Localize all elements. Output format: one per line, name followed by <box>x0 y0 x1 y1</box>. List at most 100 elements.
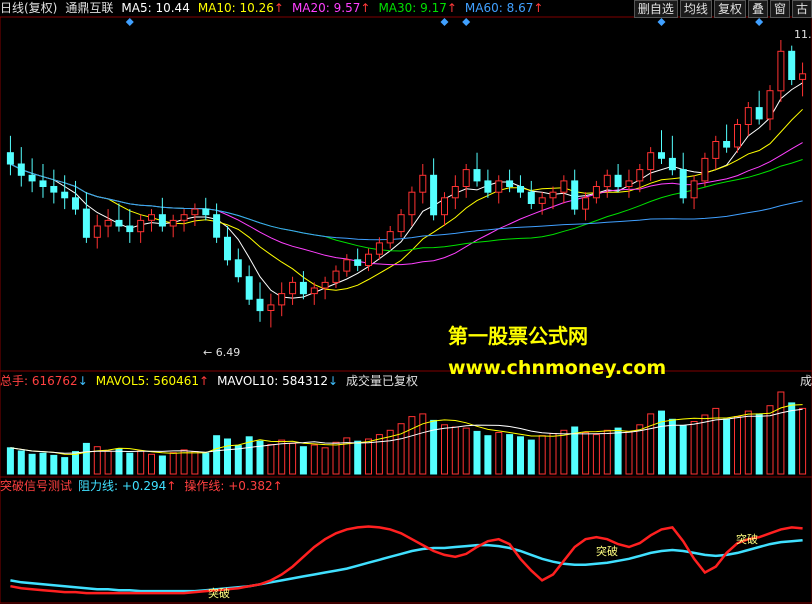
overlay-button[interactable]: 叠 <box>747 0 768 18</box>
candle <box>158 197 166 232</box>
candle-body <box>690 180 698 199</box>
volume-note: 成交量已复权 <box>346 374 419 388</box>
volume-bar <box>354 440 362 475</box>
candle-body <box>202 208 210 216</box>
candle-body <box>158 214 166 227</box>
candle-body <box>28 174 36 182</box>
candle-body <box>701 157 709 182</box>
volume-bar <box>473 430 481 475</box>
candle-body <box>148 214 155 221</box>
candle <box>755 90 763 125</box>
candle-body <box>343 259 351 272</box>
volume-bar <box>527 439 535 475</box>
up-arrow-icon: ↑ <box>360 1 371 15</box>
volume-bar <box>603 429 611 475</box>
marker-diamond <box>657 18 666 26</box>
adjust-price-button[interactable]: 复权 <box>713 0 746 18</box>
up-arrow-icon: ↑ <box>199 374 210 388</box>
signal-breakout-3: 突破 <box>736 533 758 546</box>
volume-bar <box>495 432 503 475</box>
candle-body <box>430 174 438 216</box>
volume-bar <box>28 453 36 475</box>
candle-body <box>213 214 221 238</box>
candle-body <box>668 157 676 171</box>
candle <box>93 214 101 249</box>
volume-bar <box>538 435 546 475</box>
candle <box>668 135 676 176</box>
remove-favorite-button[interactable]: 删自选 <box>633 0 678 18</box>
volume-bar <box>517 436 524 475</box>
candle <box>191 203 199 226</box>
candle <box>6 135 14 176</box>
stock-name: 通鼎互联 <box>65 1 114 15</box>
candle <box>408 186 416 226</box>
candle-body <box>6 152 14 165</box>
indicator-title: 突破信号测试 <box>0 479 73 493</box>
candle-body <box>61 191 69 199</box>
candle-body <box>571 180 579 210</box>
candle-body <box>50 186 58 193</box>
candle-body <box>310 287 318 295</box>
up-arrow-icon: ↑ <box>166 479 177 493</box>
volume-right-label: 成 <box>799 374 812 388</box>
volume-bar <box>17 450 25 475</box>
candle-body <box>755 107 763 120</box>
period-label: 日线(复权) <box>0 1 58 15</box>
candle <box>245 265 253 305</box>
volume-bar <box>148 453 155 475</box>
ma10-line <box>10 108 803 291</box>
candle <box>766 85 774 131</box>
window-button[interactable]: 窗 <box>769 0 790 18</box>
volume-bar <box>202 452 210 475</box>
volume-bar <box>310 444 318 475</box>
moving-average-button[interactable]: 均线 <box>679 0 712 18</box>
extra-button[interactable]: 古 <box>791 0 812 18</box>
candle-body <box>375 242 383 255</box>
volume-bar <box>430 419 438 475</box>
volume-bar <box>734 416 741 475</box>
candle-body <box>386 231 394 244</box>
signal-breakout-2: 突破 <box>596 545 618 558</box>
volume-bar <box>158 455 166 475</box>
candle-body <box>234 259 242 278</box>
candle-body <box>354 259 362 266</box>
volume-bar <box>799 407 807 475</box>
candle-body <box>256 298 264 312</box>
candle <box>61 175 69 210</box>
volume-bar <box>592 434 600 475</box>
candle-body <box>82 208 90 238</box>
candle-body <box>495 180 503 193</box>
candle-body <box>17 163 25 176</box>
candle-body <box>506 180 514 187</box>
marker-diamond <box>440 18 449 26</box>
volume-header: 总手: 616762↓ MAVOL5: 560461↑ MAVOL10: 58431… <box>0 373 426 389</box>
candle-body <box>766 90 774 120</box>
candle <box>419 164 427 204</box>
candle-body <box>245 276 253 300</box>
candle-body <box>625 180 633 187</box>
marker-diamond <box>755 18 764 26</box>
toolbar: 删自选 均线 复权 叠 窗 古 <box>632 0 812 18</box>
candle <box>451 175 459 210</box>
volume-bar <box>462 427 470 475</box>
candle-body <box>39 180 47 187</box>
up-arrow-icon: ↑ <box>272 479 283 493</box>
candle <box>430 158 438 221</box>
resist-line <box>10 538 803 593</box>
watermark-url: www.chnmoney.com <box>448 357 667 379</box>
candle-body <box>517 186 524 193</box>
candle-body <box>462 169 470 188</box>
volume-bar <box>506 434 514 475</box>
stock-chart[interactable] <box>0 0 812 604</box>
operate-line <box>10 525 803 595</box>
candle <box>28 158 36 193</box>
volume-bar <box>451 426 459 475</box>
volume-bar <box>278 439 286 475</box>
candle <box>799 62 807 97</box>
candle-body <box>679 169 687 199</box>
candle <box>17 147 25 187</box>
candle-body <box>484 180 492 193</box>
candle <box>647 147 655 181</box>
volume-bar <box>375 434 383 475</box>
volume-bar <box>82 442 90 475</box>
